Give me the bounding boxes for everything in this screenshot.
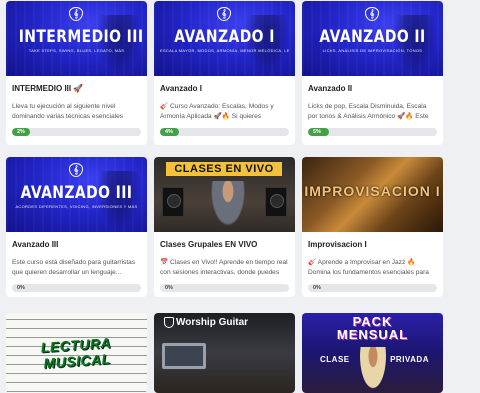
course-description: Lleva tu ejecución al siguiente nivel do… [12, 103, 124, 120]
course-title[interactable]: Avanzado III [12, 240, 141, 252]
course-thumbnail[interactable]: 𝄞 AVANZADO II LICKS, ANÁLISIS DE IMPROVI… [302, 1, 443, 76]
course-description: 🎸 Curso Avanzado: Escalas, Modos y Armon… [160, 103, 274, 120]
thumbnail-title: PACK MENSUAL [336, 314, 409, 342]
thumbnail-title: AVANZADO III [20, 183, 133, 203]
progress-bar: 2% [12, 128, 141, 136]
course-description: 📅 Clases en Vivo!! Aprende en tiempo rea… [160, 259, 288, 276]
academy-logo-icon: 𝄞 [69, 7, 83, 21]
thumbnail-title: INTERMEDIO III [18, 27, 144, 47]
course-thumbnail[interactable]: Worship Guitar [154, 313, 295, 393]
guitarist-photo [208, 181, 248, 232]
course-thumbnail[interactable]: CLASES EN VIVO [154, 157, 295, 232]
course-title[interactable]: Avanzado I [160, 84, 289, 96]
thumbnail-subtitle: LICKS, ANÁLISIS DE IMPROVISACIÓN, TONOS [322, 48, 423, 53]
progress-bar: 4% [160, 128, 289, 136]
course-title[interactable]: INTERMEDIO III 🚀 [12, 84, 141, 96]
progress-bar: 0% [160, 284, 289, 292]
amplifier-image [162, 187, 184, 217]
course-thumbnail[interactable]: PACK MENSUAL CLASE PRIVADA [302, 313, 443, 393]
course-grid: 𝄞 INTERMEDIO III TAKE STEPS, SWING, BLUE… [0, 0, 480, 393]
course-card-avanzado-ii[interactable]: 𝄞 AVANZADO II LICKS, ANÁLISIS DE IMPROVI… [302, 1, 443, 145]
laptop-image [162, 343, 206, 369]
course-thumbnail[interactable]: LECTURA MUSICAL [6, 313, 147, 393]
amplifier-image [265, 187, 287, 217]
thumbnail-title: AVANZADO I [174, 27, 275, 47]
thumbnail-title: Worship Guitar [176, 317, 249, 328]
thumbnail-subtitle: TAKE STEPS, SWING, BLUES, LEGATO, MÁS [28, 48, 125, 53]
progress-bar: 5% [308, 128, 437, 136]
course-title[interactable]: Avanzado II [308, 84, 437, 96]
course-thumbnail[interactable]: IMPROVISACION I [302, 157, 443, 232]
thumbnail-label-right: PRIVADA [390, 355, 429, 364]
academy-logo-icon: 𝄞 [217, 7, 231, 21]
course-description: 🎸 Aprende a Improvisar en Jazz 🔥 Domina … [308, 259, 429, 276]
course-card-avanzado-iii[interactable]: 𝄞 AVANZADO III ACORDES DIFERENTES, VOICI… [6, 157, 147, 297]
academy-logo-icon: 𝄞 [69, 163, 83, 177]
progress-label: 2% [17, 129, 25, 135]
thumbnail-title: LECTURA MUSICAL [40, 334, 112, 372]
progress-label: 4% [165, 129, 173, 135]
course-thumbnail[interactable]: 𝄞 INTERMEDIO III TAKE STEPS, SWING, BLUE… [6, 1, 147, 76]
progress-label: 0% [165, 285, 173, 291]
progress-bar: 0% [12, 284, 141, 292]
course-description: Licks de pop, Escala Disminuida, Escala … [308, 103, 429, 120]
thumbnail-subtitle: ESCALA MAYOR, MODOS, ARMONÍA, MENOR MELÓ… [160, 48, 289, 53]
thumbnail-subtitle: ACORDES DIFERENTES, VOICING, INVERSIONES… [15, 204, 138, 209]
progress-bar: 0% [308, 284, 437, 292]
progress-label: 5% [313, 129, 321, 135]
course-card-avanzado-i[interactable]: 𝄞 AVANZADO I ESCALA MAYOR, MODOS, ARMONÍ… [154, 1, 295, 145]
thumbnail-title: CLASES EN VIVO [166, 162, 282, 176]
course-description: Este curso está diseñado para guitarrist… [12, 259, 136, 276]
progress-label: 0% [17, 285, 25, 291]
progress-label: 0% [313, 285, 321, 291]
course-card-lectura-musical[interactable]: LECTURA MUSICAL [6, 313, 147, 393]
thumbnail-title: AVANZADO II [319, 27, 426, 47]
course-card-intermedio-iii[interactable]: 𝄞 INTERMEDIO III TAKE STEPS, SWING, BLUE… [6, 1, 147, 145]
guitar-pick-icon [164, 317, 174, 328]
instructor-photo [358, 347, 388, 393]
course-card-pack-mensual[interactable]: PACK MENSUAL CLASE PRIVADA [302, 313, 443, 393]
thumbnail-label-left: CLASE [320, 355, 350, 364]
course-thumbnail[interactable]: 𝄞 AVANZADO III ACORDES DIFERENTES, VOICI… [6, 157, 147, 232]
course-card-clases-grupales[interactable]: CLASES EN VIVO Clases Grupales EN VIVO 📅… [154, 157, 295, 297]
course-thumbnail[interactable]: 𝄞 AVANZADO I ESCALA MAYOR, MODOS, ARMONÍ… [154, 1, 295, 76]
course-card-worship-guitar[interactable]: Worship Guitar [154, 313, 295, 393]
academy-logo-icon: 𝄞 [365, 7, 379, 21]
course-card-improvisacion-i[interactable]: IMPROVISACION I Improvisacion I 🎸 Aprend… [302, 157, 443, 297]
course-title[interactable]: Improvisacion I [308, 240, 437, 252]
thumbnail-title: IMPROVISACION I [304, 183, 441, 199]
course-title[interactable]: Clases Grupales EN VIVO [160, 240, 289, 252]
